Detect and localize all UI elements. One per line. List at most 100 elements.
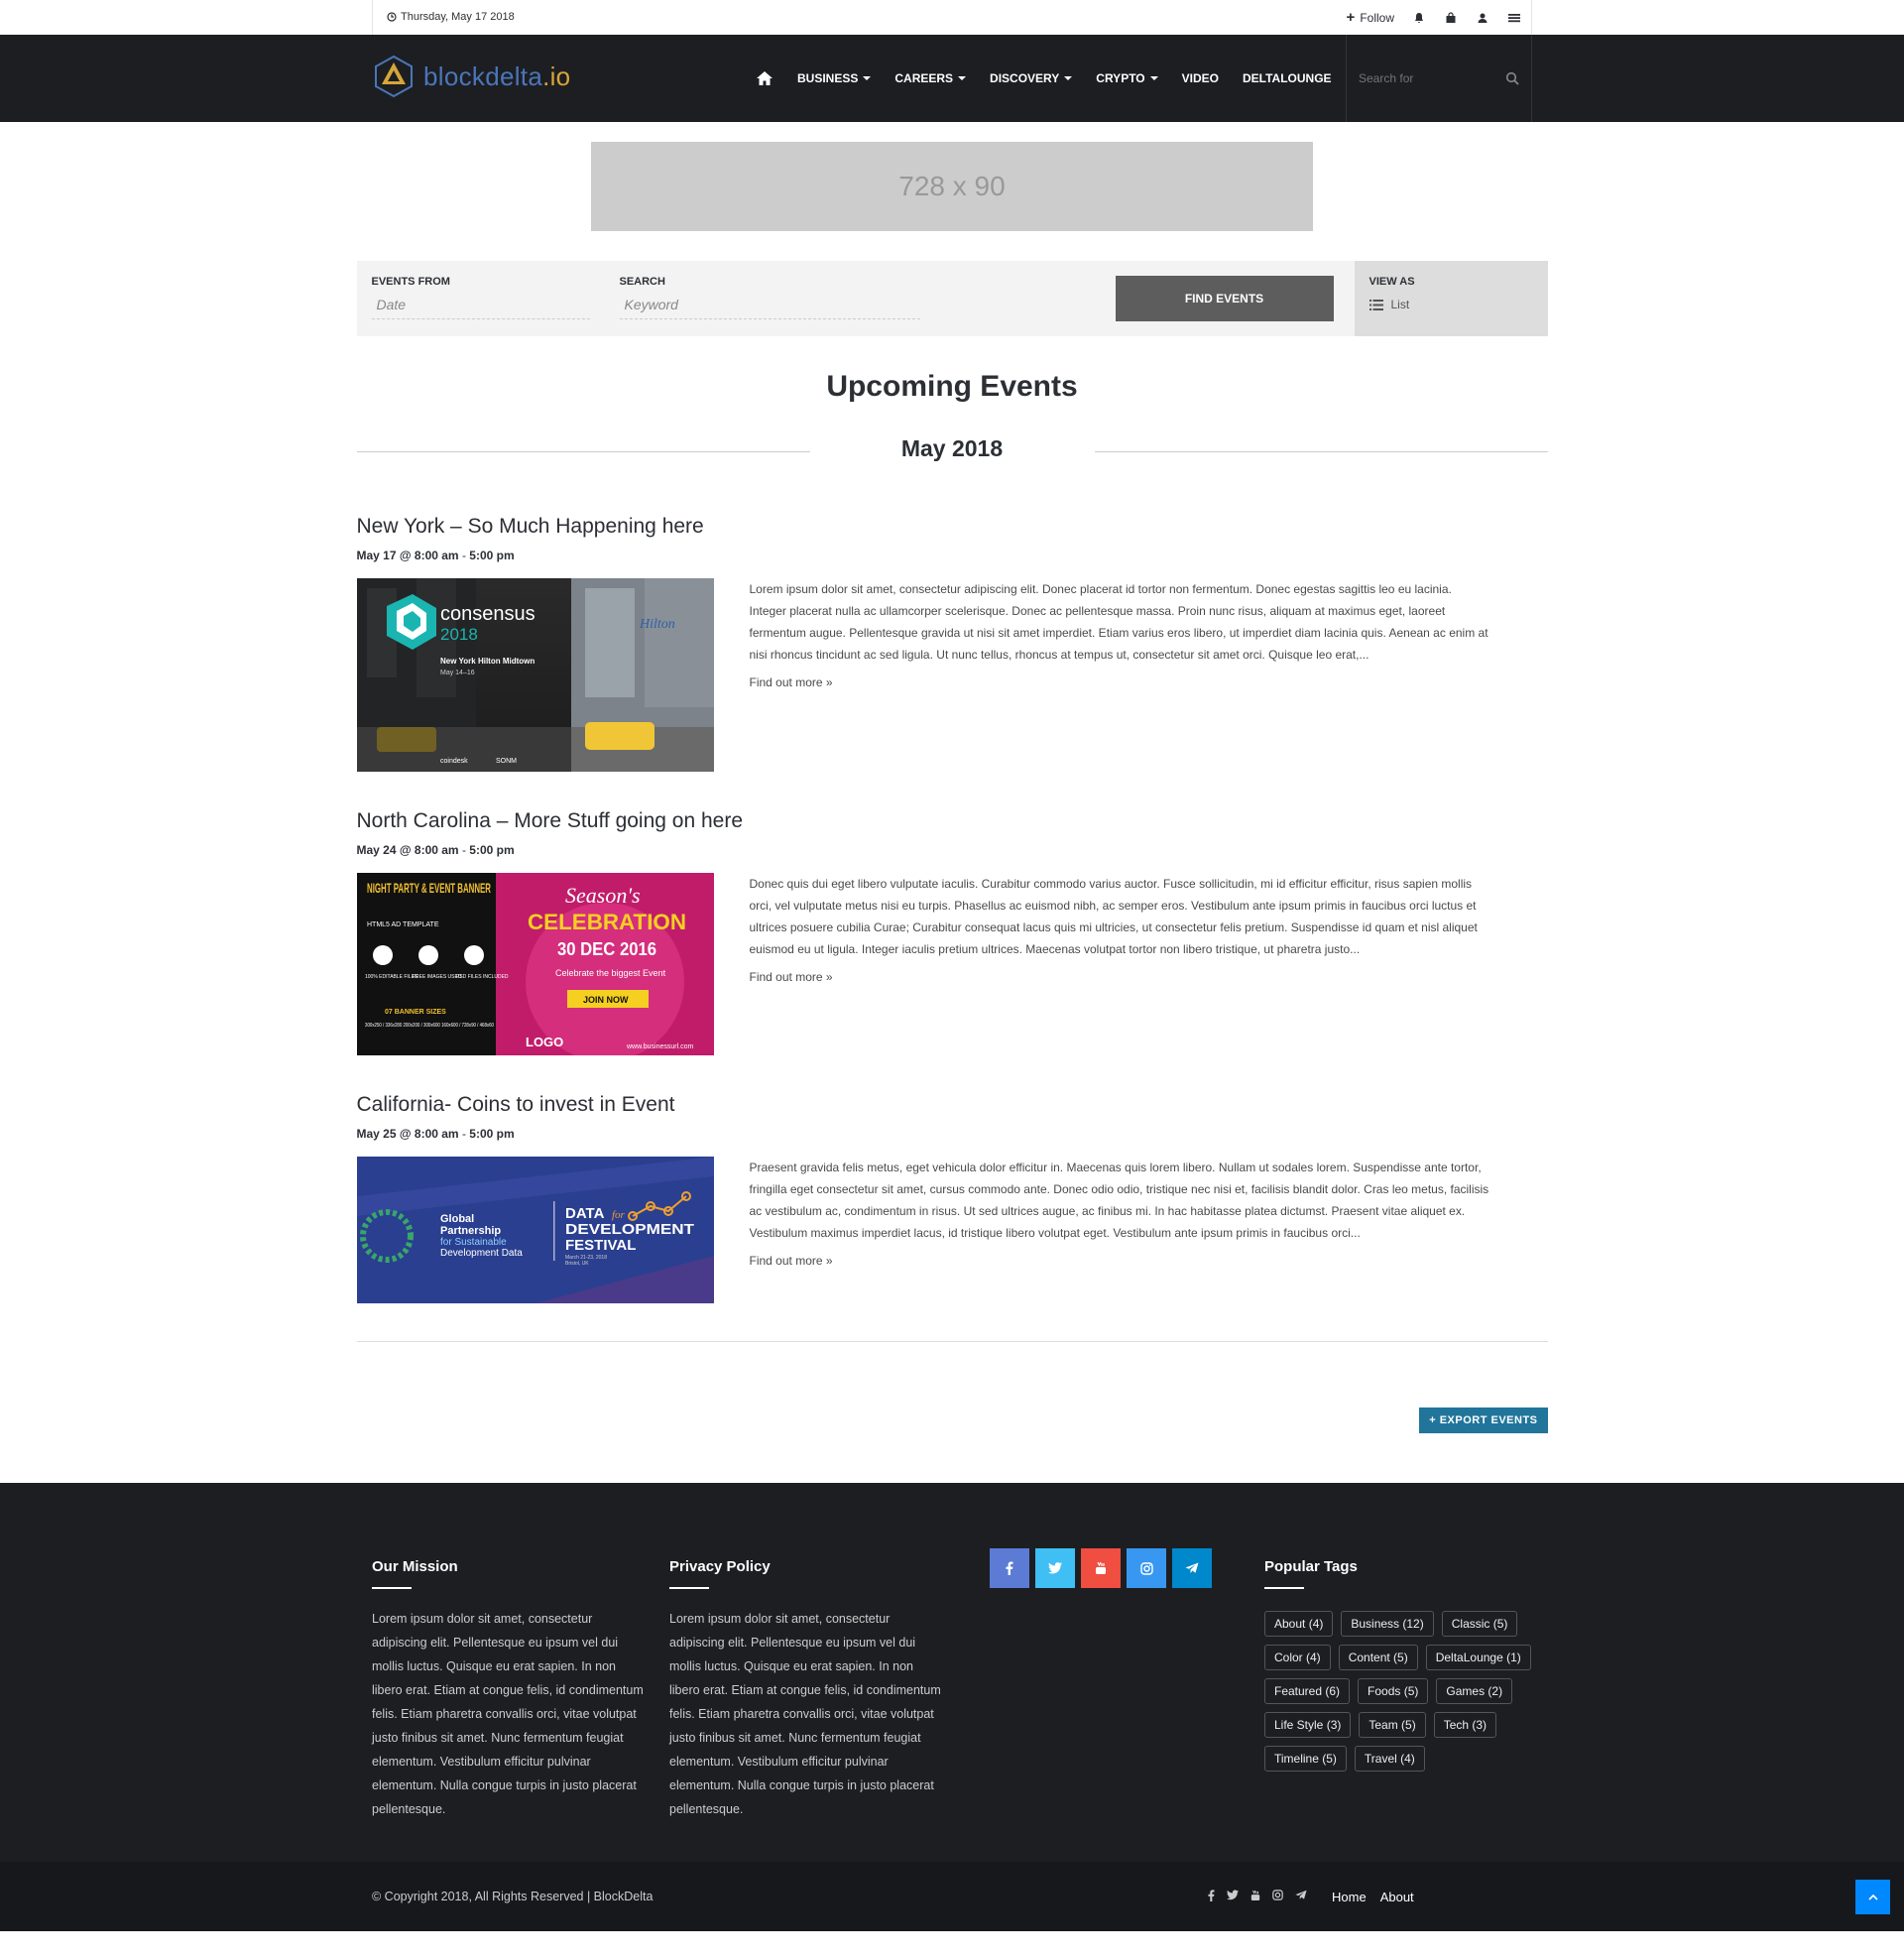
tag-link[interactable]: About (4): [1264, 1611, 1334, 1637]
twitter-icon[interactable]: [1227, 1890, 1239, 1900]
find-out-more-link[interactable]: Find out more »: [750, 675, 1489, 689]
page-title: Upcoming Events: [826, 370, 1078, 403]
logo-text: blockdelta.io: [423, 61, 570, 92]
tag-link[interactable]: Timeline (5): [1264, 1746, 1347, 1772]
celebration-date: 30 DEC 2016: [557, 939, 656, 959]
event-time: May 24 @ 8:00 am - 5:00 pm: [357, 843, 1548, 857]
instagram-icon[interactable]: [1127, 1548, 1166, 1588]
tag-link[interactable]: Team (5): [1359, 1712, 1426, 1738]
footer: Our Mission Lorem ipsum dolor sit amet, …: [0, 1483, 1904, 1862]
banner-sizes-title: 07 BANNER SIZES: [385, 1009, 446, 1016]
event-end: 5:00 pm: [469, 843, 515, 857]
event-image[interactable]: consensus 2018 New York Hilton Midtown M…: [356, 578, 714, 772]
instagram-icon[interactable]: [1272, 1890, 1283, 1900]
caret-down-icon: [1064, 76, 1073, 80]
celebration-headline: CELEBRATION: [528, 910, 686, 934]
feature-psd: PSD FILES INCLUDED: [456, 974, 509, 980]
telegram-icon[interactable]: [1295, 1890, 1307, 1900]
gp-line2: Partnership: [440, 1225, 501, 1237]
twitter-icon[interactable]: [1035, 1548, 1075, 1588]
date-placeholder: Date: [376, 297, 407, 312]
feature-images: FREE IMAGES USED: [413, 974, 462, 980]
event-end: 5:00 pm: [469, 1127, 515, 1141]
youtube-icon[interactable]: [1081, 1548, 1121, 1588]
find-out-more-link[interactable]: Find out more »: [750, 1254, 1489, 1268]
follow-button[interactable]: + Follow: [1347, 9, 1394, 26]
event-image[interactable]: Global Partnership for Sustainable Devel…: [356, 1157, 714, 1303]
mission-title: Our Mission: [372, 1558, 650, 1589]
tag-link[interactable]: Foods (5): [1358, 1678, 1429, 1704]
date-field[interactable]: Date: [371, 297, 590, 319]
top-date: Thursday, May 17 2018: [387, 11, 515, 23]
list-icon: [1368, 299, 1383, 310]
footer-tags: Popular Tags About (4) Business (12) Cla…: [1264, 1558, 1552, 1772]
copyright: © Copyright 2018, All Rights Reserved | …: [372, 1890, 654, 1903]
tag-link[interactable]: DeltaLounge (1): [1425, 1645, 1531, 1670]
event-title[interactable]: New York – So Much Happening here: [357, 515, 1548, 539]
fest-line3: FESTIVAL: [565, 1237, 636, 1254]
bottom-link-about[interactable]: About: [1380, 1890, 1414, 1904]
nav-discovery[interactable]: DISCOVERY: [978, 35, 1084, 122]
bell-icon[interactable]: [1412, 11, 1426, 25]
event-item: New York – So Much Happening here May 17…: [356, 515, 1548, 772]
site-logo[interactable]: blockdelta.io: [372, 55, 570, 98]
nav-video[interactable]: VIDEO: [1170, 35, 1231, 122]
tag-link[interactable]: Games (2): [1436, 1678, 1513, 1704]
tag-link[interactable]: Content (5): [1338, 1645, 1418, 1670]
caret-down-icon: [958, 76, 967, 80]
event-time-sep: -: [461, 549, 466, 562]
nav-business[interactable]: BUSINESS: [785, 35, 883, 122]
bottom-bar: © Copyright 2018, All Rights Reserved | …: [0, 1862, 1904, 1931]
consensus-sponsor2: SONM: [496, 758, 517, 765]
event-title[interactable]: California- Coins to invest in Event: [357, 1093, 1548, 1117]
find-out-more-link[interactable]: Find out more »: [750, 970, 1489, 984]
fest-line2: DEVELOPMENT: [565, 1221, 694, 1238]
nav-crypto-label: CRYPTO: [1096, 71, 1145, 85]
menu-icon[interactable]: [1507, 11, 1521, 25]
scroll-to-top-button[interactable]: [1855, 1880, 1890, 1914]
nav-business-label: BUSINESS: [797, 71, 859, 85]
keyword-field[interactable]: Keyword: [619, 297, 920, 319]
celebration-tagline: Celebrate the biggest Event: [555, 968, 666, 978]
night-party-title: NIGHT PARTY & EVENT BANNER: [367, 880, 491, 896]
find-events-button[interactable]: FIND EVENTS: [1115, 276, 1334, 321]
caret-down-icon: [1149, 76, 1158, 80]
event-item: North Carolina – More Stuff going on her…: [356, 809, 1548, 1055]
shopping-bag-icon[interactable]: [1444, 11, 1458, 25]
telegram-icon[interactable]: [1172, 1548, 1212, 1588]
nav-careers[interactable]: CAREERS: [883, 35, 978, 122]
search-input[interactable]: [1359, 71, 1497, 85]
nav-crypto[interactable]: CRYPTO: [1084, 35, 1169, 122]
export-events-button[interactable]: + EXPORT EVENTS: [1419, 1407, 1548, 1433]
facebook-icon[interactable]: [1208, 1890, 1215, 1901]
privacy-text: Lorem ipsum dolor sit amet, consectetur …: [669, 1612, 941, 1816]
logo-name: blockdelta: [423, 61, 543, 91]
tag-link[interactable]: Travel (4): [1354, 1746, 1425, 1772]
night-party-subtitle: HTML5 AD TEMPLATE: [367, 921, 439, 928]
tag-link[interactable]: Featured (6): [1264, 1678, 1351, 1704]
facebook-icon[interactable]: [990, 1548, 1029, 1588]
event-time: May 25 @ 8:00 am - 5:00 pm: [357, 1127, 1548, 1141]
tag-link[interactable]: Classic (5): [1441, 1611, 1518, 1637]
keyword-placeholder: Keyword: [624, 297, 678, 312]
consensus-brand: consensus: [440, 603, 536, 625]
events-list: New York – So Much Happening here May 17…: [356, 465, 1548, 1303]
view-as-selector[interactable]: VIEW AS List: [1354, 261, 1548, 336]
user-icon[interactable]: [1476, 11, 1489, 25]
main-header: blockdelta.io BUSINESS CAREERS DISCOVERY…: [0, 35, 1904, 122]
nav-deltalounge[interactable]: DELTALOUNGE: [1231, 35, 1344, 122]
ad-banner[interactable]: 728 x 90: [591, 142, 1313, 231]
event-image[interactable]: NIGHT PARTY & EVENT BANNER HTML5 AD TEMP…: [356, 873, 714, 1055]
tag-link[interactable]: Life Style (3): [1264, 1712, 1352, 1738]
nav-home[interactable]: [744, 35, 785, 122]
tag-link[interactable]: Business (12): [1341, 1611, 1434, 1637]
search-icon[interactable]: [1505, 71, 1519, 85]
bottom-link-home[interactable]: Home: [1332, 1890, 1367, 1904]
youtube-icon[interactable]: [1250, 1890, 1260, 1901]
tag-link[interactable]: Color (4): [1264, 1645, 1331, 1670]
header-search: [1346, 35, 1532, 122]
top-bar: Thursday, May 17 2018 + Follow: [0, 0, 1904, 35]
view-as-label: VIEW AS: [1368, 276, 1415, 288]
event-title[interactable]: North Carolina – More Stuff going on her…: [357, 809, 1548, 833]
tag-link[interactable]: Tech (3): [1433, 1712, 1497, 1738]
